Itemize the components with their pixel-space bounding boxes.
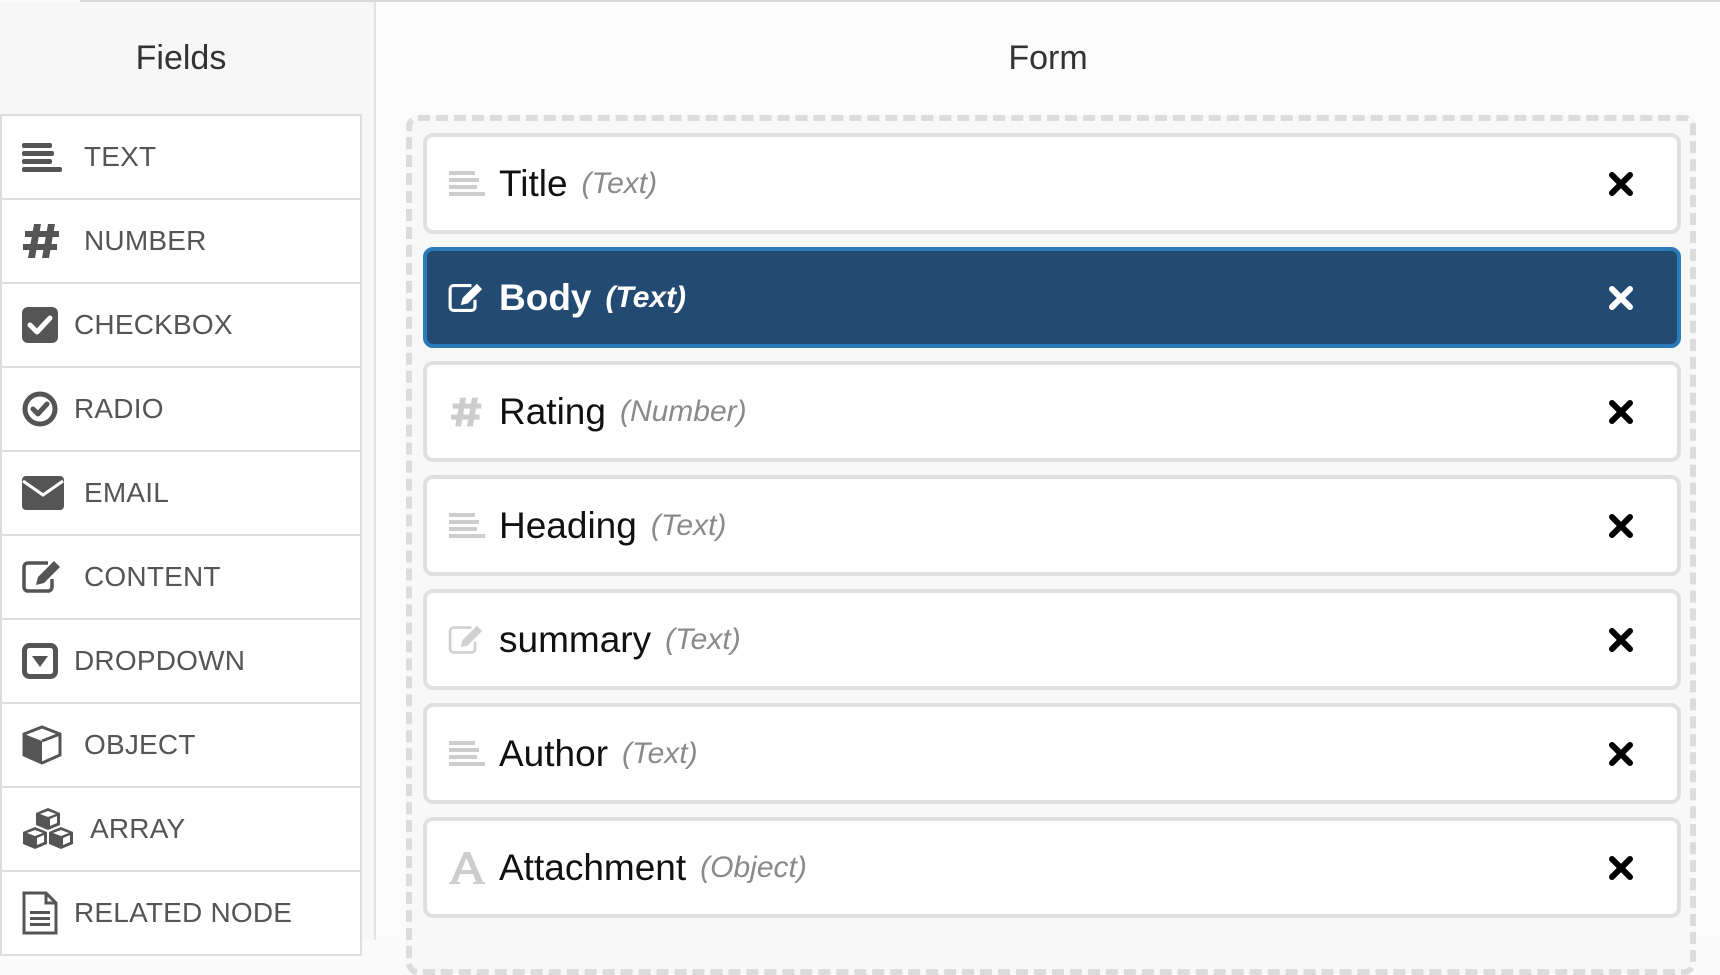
document-icon: [22, 891, 64, 935]
field-name: Attachment: [499, 846, 687, 888]
radio-check-icon: [22, 389, 64, 429]
close-icon[interactable]: [1607, 512, 1635, 540]
text-lines-icon: [447, 164, 487, 204]
field-type-label: DROPDOWN: [74, 645, 246, 676]
cubes-icon: [22, 808, 76, 849]
field-type-object[interactable]: OBJECT: [2, 704, 360, 788]
field-name: Author: [499, 732, 609, 774]
field-type-radio[interactable]: RADIO: [2, 368, 360, 452]
form-builder: Form Title (Text) Body (Text) Rating (Nu…: [376, 2, 1720, 975]
field-type-checkbox[interactable]: CHECKBOX: [2, 284, 360, 368]
field-type: (Number): [619, 394, 747, 428]
hash-icon: [447, 392, 487, 432]
field-type: (Text): [581, 166, 658, 200]
field-type-list: TEXT NUMBER CHECKBOX RADIO EMAIL CONTENT…: [0, 114, 362, 956]
field-type-label: TEXT: [84, 141, 157, 172]
form-field-attachment[interactable]: Attachment (Object): [423, 817, 1681, 918]
field-type-content[interactable]: CONTENT: [2, 536, 360, 620]
field-type-number[interactable]: NUMBER: [2, 200, 360, 284]
form-field-body[interactable]: Body (Text): [423, 247, 1681, 348]
close-icon[interactable]: [1607, 626, 1635, 654]
close-icon[interactable]: [1607, 284, 1635, 312]
field-type-label: OBJECT: [84, 729, 196, 760]
field-type-dropdown[interactable]: DROPDOWN: [2, 620, 360, 704]
form-title: Form: [1008, 38, 1088, 77]
text-lines-icon: [447, 734, 487, 774]
text-lines-icon: [22, 137, 70, 177]
checkbox-icon: [22, 305, 64, 345]
close-icon[interactable]: [1607, 398, 1635, 426]
field-type: (Text): [650, 508, 727, 542]
field-type-label: NUMBER: [84, 225, 207, 256]
field-name: summary: [499, 618, 652, 660]
font-a-icon: [447, 848, 487, 888]
form-field-title[interactable]: Title (Text): [423, 133, 1681, 234]
hash-icon: [22, 221, 70, 261]
field-name: Heading: [499, 504, 637, 546]
field-type-related-node[interactable]: RELATED NODE: [2, 872, 360, 956]
field-type-text[interactable]: TEXT: [2, 116, 360, 200]
edit-icon: [447, 278, 487, 318]
edit-icon: [447, 620, 487, 660]
text-lines-icon: [447, 506, 487, 546]
field-name: Rating: [499, 390, 606, 432]
field-type-array[interactable]: ARRAY: [2, 788, 360, 872]
field-type-label: RADIO: [74, 393, 164, 424]
field-type-email[interactable]: EMAIL: [2, 452, 360, 536]
form-field-author[interactable]: Author (Text): [423, 703, 1681, 804]
field-type-label: CHECKBOX: [74, 309, 233, 340]
dropdown-icon: [22, 641, 64, 681]
field-type-label: ARRAY: [90, 813, 186, 844]
field-name: Body: [499, 276, 592, 318]
field-type: (Object): [700, 850, 807, 884]
field-type-label: RELATED NODE: [74, 897, 293, 928]
cube-icon: [22, 725, 70, 765]
close-icon[interactable]: [1607, 854, 1635, 882]
field-type: (Text): [622, 736, 698, 770]
form-field-summary[interactable]: summary (Text): [423, 589, 1681, 690]
field-name: Title: [499, 162, 568, 204]
form-dropzone[interactable]: Title (Text) Body (Text) Rating (Number): [406, 115, 1696, 975]
form-field-heading[interactable]: Heading (Text): [423, 475, 1681, 576]
close-icon[interactable]: [1607, 170, 1635, 198]
field-type: (Text): [665, 622, 741, 656]
field-type-label: EMAIL: [84, 477, 170, 508]
fields-sidebar: Fields TEXT NUMBER CHECKBOX RADIO EMAIL …: [0, 2, 376, 956]
edit-icon: [22, 557, 70, 597]
close-icon[interactable]: [1607, 740, 1635, 768]
field-type: (Text): [605, 280, 687, 314]
sidebar-title: Fields: [135, 38, 227, 77]
envelope-icon: [22, 473, 70, 513]
field-type-label: CONTENT: [84, 561, 221, 592]
form-field-rating[interactable]: Rating (Number): [423, 361, 1681, 462]
